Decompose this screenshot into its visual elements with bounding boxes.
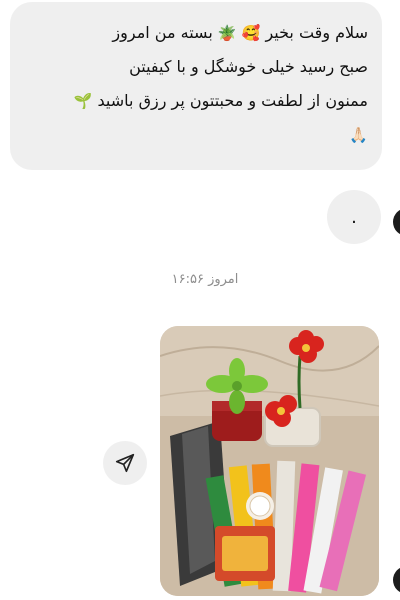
message-line-4: 🙏🏻 (24, 118, 368, 152)
message-line-1: سلام وقت بخیر 🥰 🪴 بسته من امروز (24, 16, 368, 50)
message-text: بسته من امروز (112, 23, 213, 42)
product-photo[interactable] (160, 326, 379, 596)
potted-plant-emoji: 🪴 (217, 24, 237, 42)
smiling-face-emoji: 🥰 (241, 24, 261, 42)
chat-thread: سلام وقت بخیر 🥰 🪴 بسته من امروز صبح رسید… (0, 0, 400, 600)
folded-hands-emoji: 🙏🏻 (349, 126, 368, 144)
avatar[interactable] (393, 566, 400, 594)
product-photo-image (160, 326, 379, 596)
send-icon (115, 453, 135, 473)
reply-text: . (351, 206, 357, 228)
message-text: سلام وقت بخیر (265, 23, 368, 42)
seedling-emoji: 🌱 (73, 92, 93, 110)
message-text: ممنون از لطفت و محبتتون پر رزق باشید (97, 91, 368, 110)
incoming-message-bubble[interactable]: سلام وقت بخیر 🥰 🪴 بسته من امروز صبح رسید… (10, 2, 382, 170)
share-button[interactable] (103, 441, 147, 485)
avatar[interactable] (393, 208, 400, 236)
message-timestamp: امروز ۱۶:۵۶ (171, 272, 239, 287)
reply-message-bubble[interactable]: . (327, 190, 381, 244)
message-line-3: ممنون از لطفت و محبتتون پر رزق باشید 🌱 (24, 84, 368, 118)
message-line-2: صبح رسید خیلی خوشگل و با کیفیتن (129, 57, 368, 76)
